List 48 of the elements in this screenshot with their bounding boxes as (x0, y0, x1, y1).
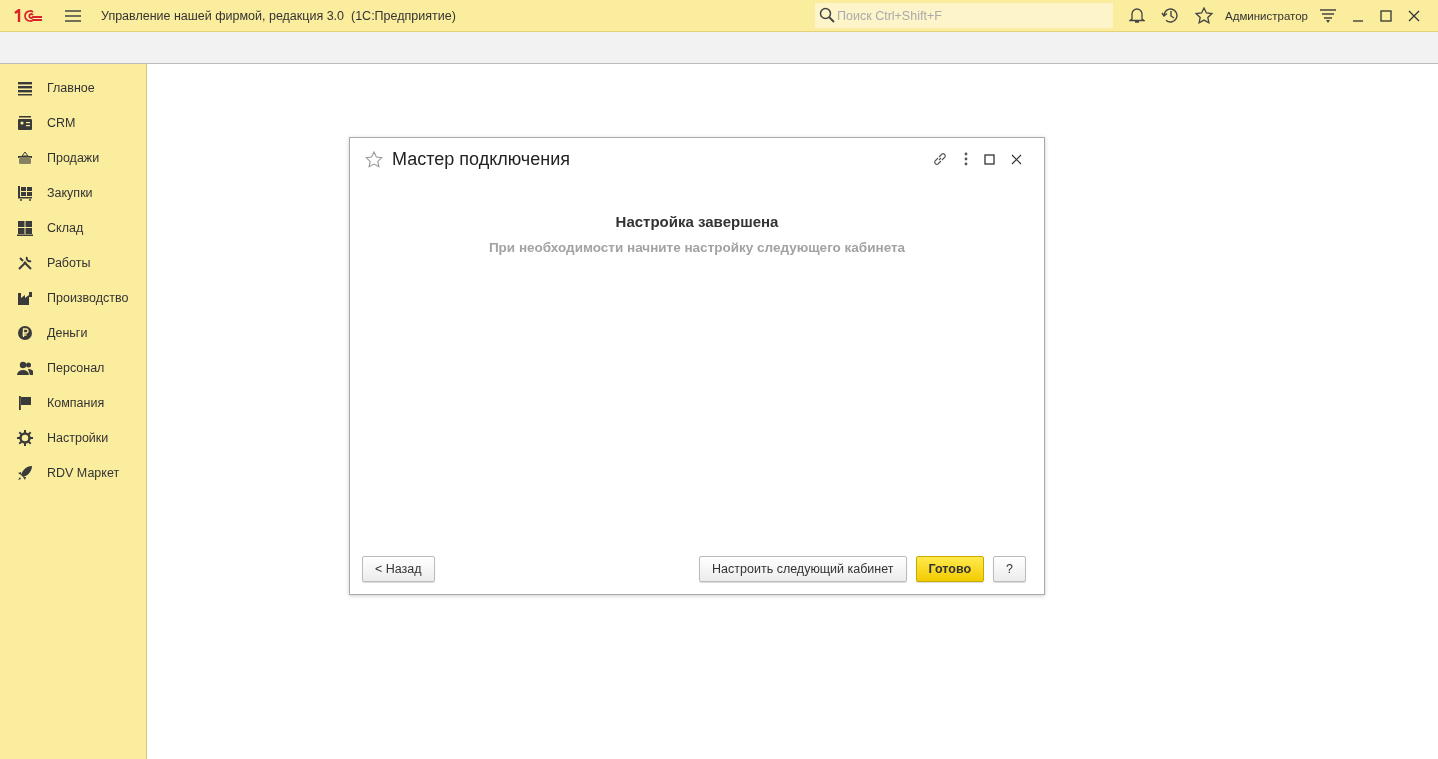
back-button[interactable]: < Назад (362, 556, 435, 582)
hint-text: При необходимости начните настройку следующего кабинета (487, 240, 907, 255)
done-button[interactable]: Готово (915, 556, 985, 582)
search-icon (819, 7, 835, 23)
maximize-icon[interactable] (1380, 9, 1392, 22)
people-icon (17, 359, 33, 376)
sidebar-item[interactable]: Склад (0, 210, 146, 245)
search-field[interactable]: Поиск Ctrl+Shift+F (815, 3, 1113, 28)
contact-card-icon (17, 114, 33, 131)
filter-menu-icon[interactable] (1320, 8, 1336, 23)
sidebar-item[interactable]: Продажи (0, 140, 146, 175)
factory-icon (17, 289, 33, 306)
sidebar-item[interactable]: Компания (0, 385, 146, 420)
sidebar-item[interactable]: Производство (0, 280, 146, 315)
completion-heading: Настройка завершена (614, 213, 780, 230)
sidebar-item[interactable]: Главное (0, 70, 146, 105)
list-icon (17, 79, 33, 96)
link-icon[interactable] (932, 151, 948, 167)
star-icon[interactable] (1195, 7, 1213, 24)
star-icon[interactable] (365, 150, 383, 168)
sidebar-item[interactable]: Настройки (0, 420, 146, 455)
maximize-icon[interactable] (984, 153, 995, 165)
logo-icon (13, 8, 43, 23)
ruble-coin-icon (17, 324, 33, 341)
sidebar-item[interactable]: Персонал (0, 350, 146, 385)
sidebar-item[interactable]: Деньги (0, 315, 146, 350)
more-icon[interactable] (964, 152, 968, 166)
app-title: Управление нашей фирмой, редакция 3.0 (1С:Предприятие) (101, 8, 456, 23)
menu-icon[interactable] (65, 9, 81, 22)
sidebar-item[interactable]: Работы (0, 245, 146, 280)
help-button[interactable]: ? (993, 556, 1026, 582)
sidebar-item[interactable]: Закупки (0, 175, 146, 210)
flag-icon (17, 394, 33, 411)
close-icon[interactable] (1408, 9, 1420, 22)
sidebar-item[interactable]: RDV Маркет (0, 455, 146, 490)
grid-icon (17, 219, 33, 236)
history-icon[interactable] (1161, 7, 1179, 24)
user-name[interactable]: Администратор (1225, 9, 1308, 22)
bell-icon[interactable] (1129, 7, 1145, 24)
sidebar-item[interactable]: CRM (0, 105, 146, 140)
tools-icon (17, 254, 33, 271)
close-icon[interactable] (1011, 153, 1022, 165)
rocket-icon (17, 464, 33, 481)
dialog-title: Мастер подключения (392, 148, 570, 170)
next-cabinet-button[interactable]: Настроить следующий кабинет (699, 556, 907, 582)
settings-icon (17, 429, 33, 446)
basket-icon (17, 149, 33, 166)
cart-icon (17, 184, 33, 201)
